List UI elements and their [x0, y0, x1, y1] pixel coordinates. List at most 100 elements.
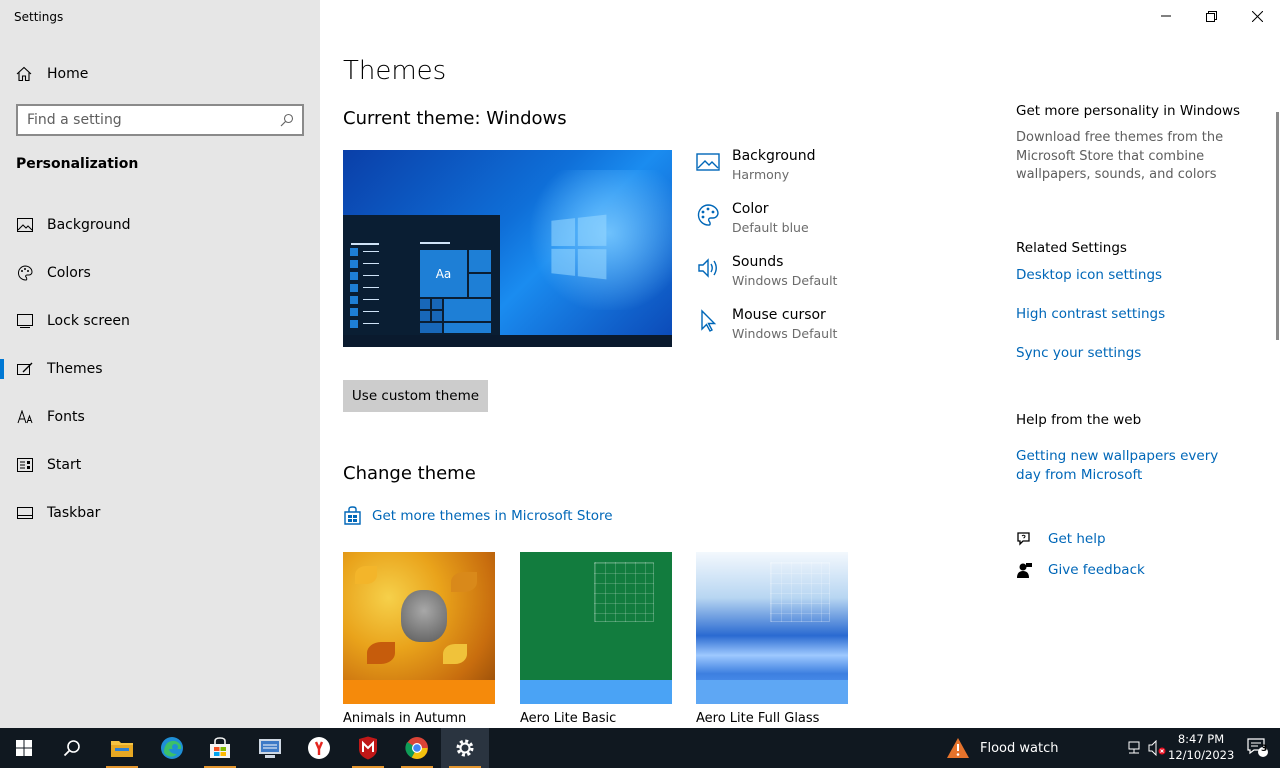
theme-card-animals-in-autumn[interactable]: Animals in Autumn [343, 552, 495, 728]
sidebar-item-themes[interactable]: Themes [0, 349, 320, 389]
nav-home[interactable]: Home [16, 62, 88, 86]
property-value: Windows Default [732, 273, 838, 288]
sidebar-item-label: Background [47, 217, 131, 233]
edge-button[interactable] [148, 728, 196, 768]
preview-line [363, 263, 379, 264]
theme-preview: Aa [343, 150, 672, 347]
notification-center-button[interactable]: 3 [1240, 728, 1276, 768]
speaker-icon [698, 258, 717, 278]
help-heading: Help from the web [1016, 412, 1142, 428]
wallpapers-link[interactable]: Getting new wallpapers every day from Mi… [1016, 447, 1246, 484]
sidebar-item-colors[interactable]: Colors [0, 253, 320, 293]
store-link[interactable]: Get more themes in Microsoft Store [343, 506, 613, 525]
windows-start-icon [16, 740, 32, 756]
sidebar-item-lock-screen[interactable]: Lock screen [0, 301, 320, 341]
preview-tile [350, 284, 358, 292]
home-icon [16, 66, 32, 82]
sidebar-item-label: Colors [47, 265, 91, 281]
close-button[interactable] [1234, 0, 1280, 32]
network-app-button[interactable] [246, 728, 294, 768]
theme-thumbnail [343, 552, 495, 704]
search-placeholder: Find a setting [27, 112, 122, 128]
themes-icon [16, 360, 34, 378]
mcafee-button[interactable] [344, 728, 392, 768]
cursor-icon [701, 309, 717, 332]
leaf [367, 642, 395, 664]
preview-tile [444, 323, 491, 333]
high-contrast-settings-link[interactable]: High contrast settings [1016, 305, 1246, 324]
cat-image [401, 590, 447, 642]
sidebar-item-label: Start [47, 457, 82, 473]
theme-thumbnail [520, 552, 672, 704]
theme-label: Animals in Autumn [343, 711, 467, 726]
mouse-cursor-property[interactable]: Mouse cursor Windows Default [696, 307, 837, 341]
preview-tile [420, 299, 430, 309]
sidebar-item-fonts[interactable]: Fonts [0, 397, 320, 437]
sync-settings-link[interactable]: Sync your settings [1016, 344, 1246, 363]
clock-date: 12/10/2023 [1168, 748, 1235, 762]
sidebar-item-background[interactable]: Background [0, 205, 320, 245]
leaf [355, 566, 377, 584]
preview-tile [350, 272, 358, 280]
sounds-property[interactable]: Sounds Windows Default [696, 254, 837, 288]
personality-heading: Get more personality in Windows [1016, 103, 1241, 119]
scrollbar[interactable] [1276, 112, 1279, 340]
minimize-button[interactable] [1143, 0, 1189, 32]
preview-tile [350, 296, 358, 304]
store-button[interactable] [196, 728, 244, 768]
sidebar-item-label: Lock screen [47, 313, 130, 329]
windows-logo-icon [551, 214, 607, 280]
warning-icon [947, 738, 969, 758]
sidebar-item-label: Themes [47, 361, 103, 377]
restore-icon [1205, 10, 1217, 22]
settings-button[interactable] [441, 728, 489, 768]
preview-line [363, 323, 379, 324]
sidebar: Settings Home Find a setting Personaliza… [0, 0, 320, 728]
start-button[interactable] [0, 728, 48, 768]
background-property[interactable]: Background Harmony [696, 148, 816, 182]
section-title: Personalization [16, 156, 139, 172]
property-value: Windows Default [732, 326, 838, 341]
restore-button[interactable] [1188, 0, 1234, 32]
network-app-icon [259, 739, 281, 758]
related-settings-heading: Related Settings [1016, 240, 1127, 256]
give-feedback-link[interactable]: Give feedback [1016, 562, 1145, 578]
weather-widget[interactable]: Flood watch [946, 728, 1058, 768]
volume-tray-button[interactable] [1146, 728, 1168, 768]
preview-line [363, 311, 379, 312]
network-tray-button[interactable] [1124, 728, 1144, 768]
picture-icon [16, 216, 34, 234]
search-input[interactable]: Find a setting [16, 104, 304, 136]
desktop-icon-settings-link[interactable]: Desktop icon settings [1016, 266, 1246, 285]
preview-tile [350, 308, 358, 316]
yandex-button[interactable] [295, 728, 343, 768]
file-explorer-icon [111, 741, 133, 757]
property-value: Default blue [732, 220, 809, 235]
theme-card-aero-lite-basic[interactable]: Aero Lite Basic [520, 552, 672, 728]
theme-card-aero-lite-full-glass[interactable]: Aero Lite Full Glass [696, 552, 848, 728]
theme-color-bar [520, 680, 672, 704]
chrome-icon [405, 737, 428, 759]
sidebar-item-taskbar[interactable]: Taskbar [0, 493, 320, 533]
preview-tile [350, 248, 358, 256]
sidebar-item-start[interactable]: Start [0, 445, 320, 485]
store-link-label: Get more themes in Microsoft Store [372, 507, 613, 524]
active-indicator [0, 359, 4, 379]
theme-thumbnail [696, 552, 848, 704]
use-custom-theme-button[interactable]: Use custom theme [343, 380, 488, 412]
clock[interactable]: 8:47 PM 12/10/2023 [1168, 731, 1234, 763]
feedback-person-icon [1017, 563, 1032, 578]
taskbar-search-button[interactable] [48, 728, 96, 768]
help-chat-icon [1017, 532, 1030, 546]
file-explorer-button[interactable] [98, 728, 146, 768]
color-property[interactable]: Color Default blue [696, 201, 809, 235]
fonts-icon [16, 408, 34, 426]
get-help-link[interactable]: Get help [1016, 531, 1106, 547]
preview-line [420, 242, 450, 244]
change-theme-heading: Change theme [343, 463, 476, 484]
search-icon [63, 740, 80, 757]
palette-icon [16, 264, 34, 282]
chrome-button[interactable] [393, 728, 441, 768]
theme-label: Aero Lite Basic [520, 711, 617, 726]
preview-tile [469, 274, 491, 297]
